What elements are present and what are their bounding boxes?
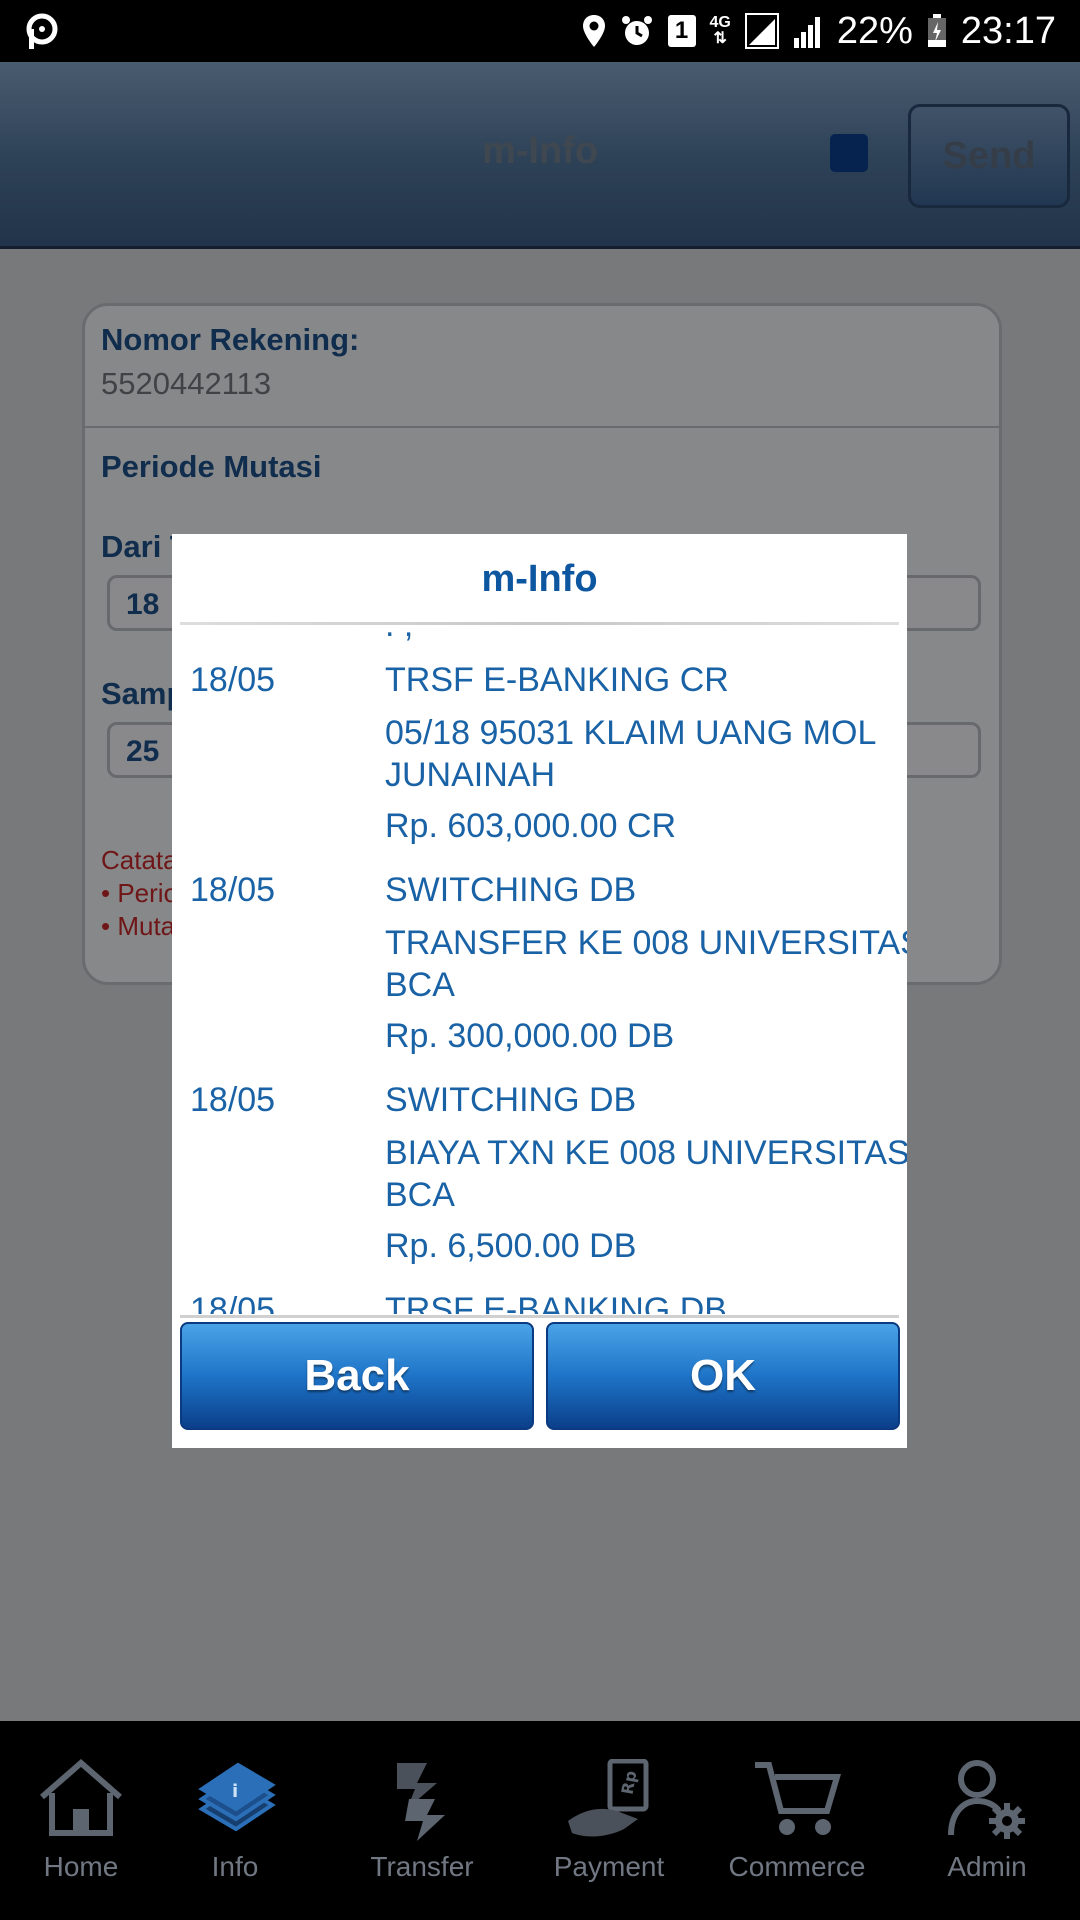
status-bar: 1 4G ⇅ 22% 23:17 [0, 0, 1080, 62]
payment-icon: Rp [568, 1759, 649, 1837]
dialog-title-divider [180, 622, 899, 625]
cart-icon [755, 1762, 841, 1835]
nav-admin[interactable]: Admin [902, 1721, 1072, 1920]
dialog-title: m-Info [481, 558, 598, 600]
tx-type: SWITCHING DB [385, 871, 637, 909]
tx-type: TRSF E-BANKING CR [385, 661, 729, 699]
tx-clipped-line: . , [385, 628, 413, 645]
tx-amount: Rp. 603,000.00 CR [385, 807, 677, 845]
nav-commerce[interactable]: Commerce [712, 1721, 882, 1920]
signal-sim1-icon [744, 13, 779, 49]
sim-slot-icon: 1 [667, 15, 696, 47]
tx-date: 18/05 [190, 1081, 276, 1119]
tx-amount: Rp. 6,500.00 DB [385, 1227, 637, 1265]
location-icon [582, 15, 605, 47]
nav-label: Transfer [370, 1851, 474, 1882]
svg-text:Rp: Rp [618, 1769, 641, 1796]
transfer-icon [397, 1763, 445, 1841]
nav-label: Admin [947, 1851, 1027, 1882]
tx-amount: Rp. 300,000.00 DB [385, 1017, 675, 1055]
transaction-dialog: m-Info . , 18/05 TRSF E-BANKING CR 05/18… [172, 534, 907, 1448]
clock: 23:17 [960, 9, 1056, 52]
admin-icon [948, 1760, 1025, 1839]
battery-percent: 22% [836, 9, 913, 52]
nav-info[interactable]: i Info [150, 1721, 320, 1920]
nav-label: Info [211, 1851, 259, 1882]
network-type: 4G ⇅ [709, 14, 731, 47]
tx-description: JUNAINAH [385, 756, 556, 794]
svg-text:i: i [232, 1781, 238, 1802]
bottom-navigation: Home i Info Transfer Rp Payment Commerce… [0, 1721, 1080, 1920]
nav-label: Payment [553, 1851, 665, 1882]
tx-description: TRANSFER KE 008 UNIVERSITAS [385, 924, 907, 962]
app-notification-icon [26, 13, 58, 49]
tx-type: TRSF E-BANKING DB [385, 1291, 727, 1314]
home-icon [40, 1759, 122, 1836]
dialog-button-divider [180, 1315, 899, 1318]
tx-description: BCA [385, 1176, 455, 1214]
tx-type: SWITCHING DB [385, 1081, 637, 1119]
tx-date: 18/05 [190, 871, 276, 909]
nav-label: Commerce [728, 1851, 866, 1882]
tx-description: BIAYA TXN KE 008 UNIVERSITAS [385, 1134, 907, 1172]
info-icon: i [198, 1762, 276, 1832]
signal-sim2-icon [793, 17, 820, 48]
back-button[interactable]: Back [180, 1322, 534, 1430]
tx-description: BCA [385, 966, 455, 1004]
tx-description: 05/18 95031 KLAIM UANG MOL [385, 714, 877, 752]
nav-payment[interactable]: Rp Payment [524, 1721, 694, 1920]
nav-label: Home [43, 1851, 119, 1882]
transaction-list[interactable]: . , 18/05 TRSF E-BANKING CR 05/18 95031 … [172, 628, 907, 1314]
nav-home[interactable]: Home [0, 1721, 166, 1920]
alarm-icon [621, 16, 652, 45]
nav-transfer[interactable]: Transfer [337, 1721, 507, 1920]
tx-date: 18/05 [190, 661, 276, 699]
battery-charging-icon [927, 14, 946, 47]
ok-button[interactable]: OK [546, 1322, 900, 1430]
tx-date: 18/05 [190, 1291, 276, 1314]
